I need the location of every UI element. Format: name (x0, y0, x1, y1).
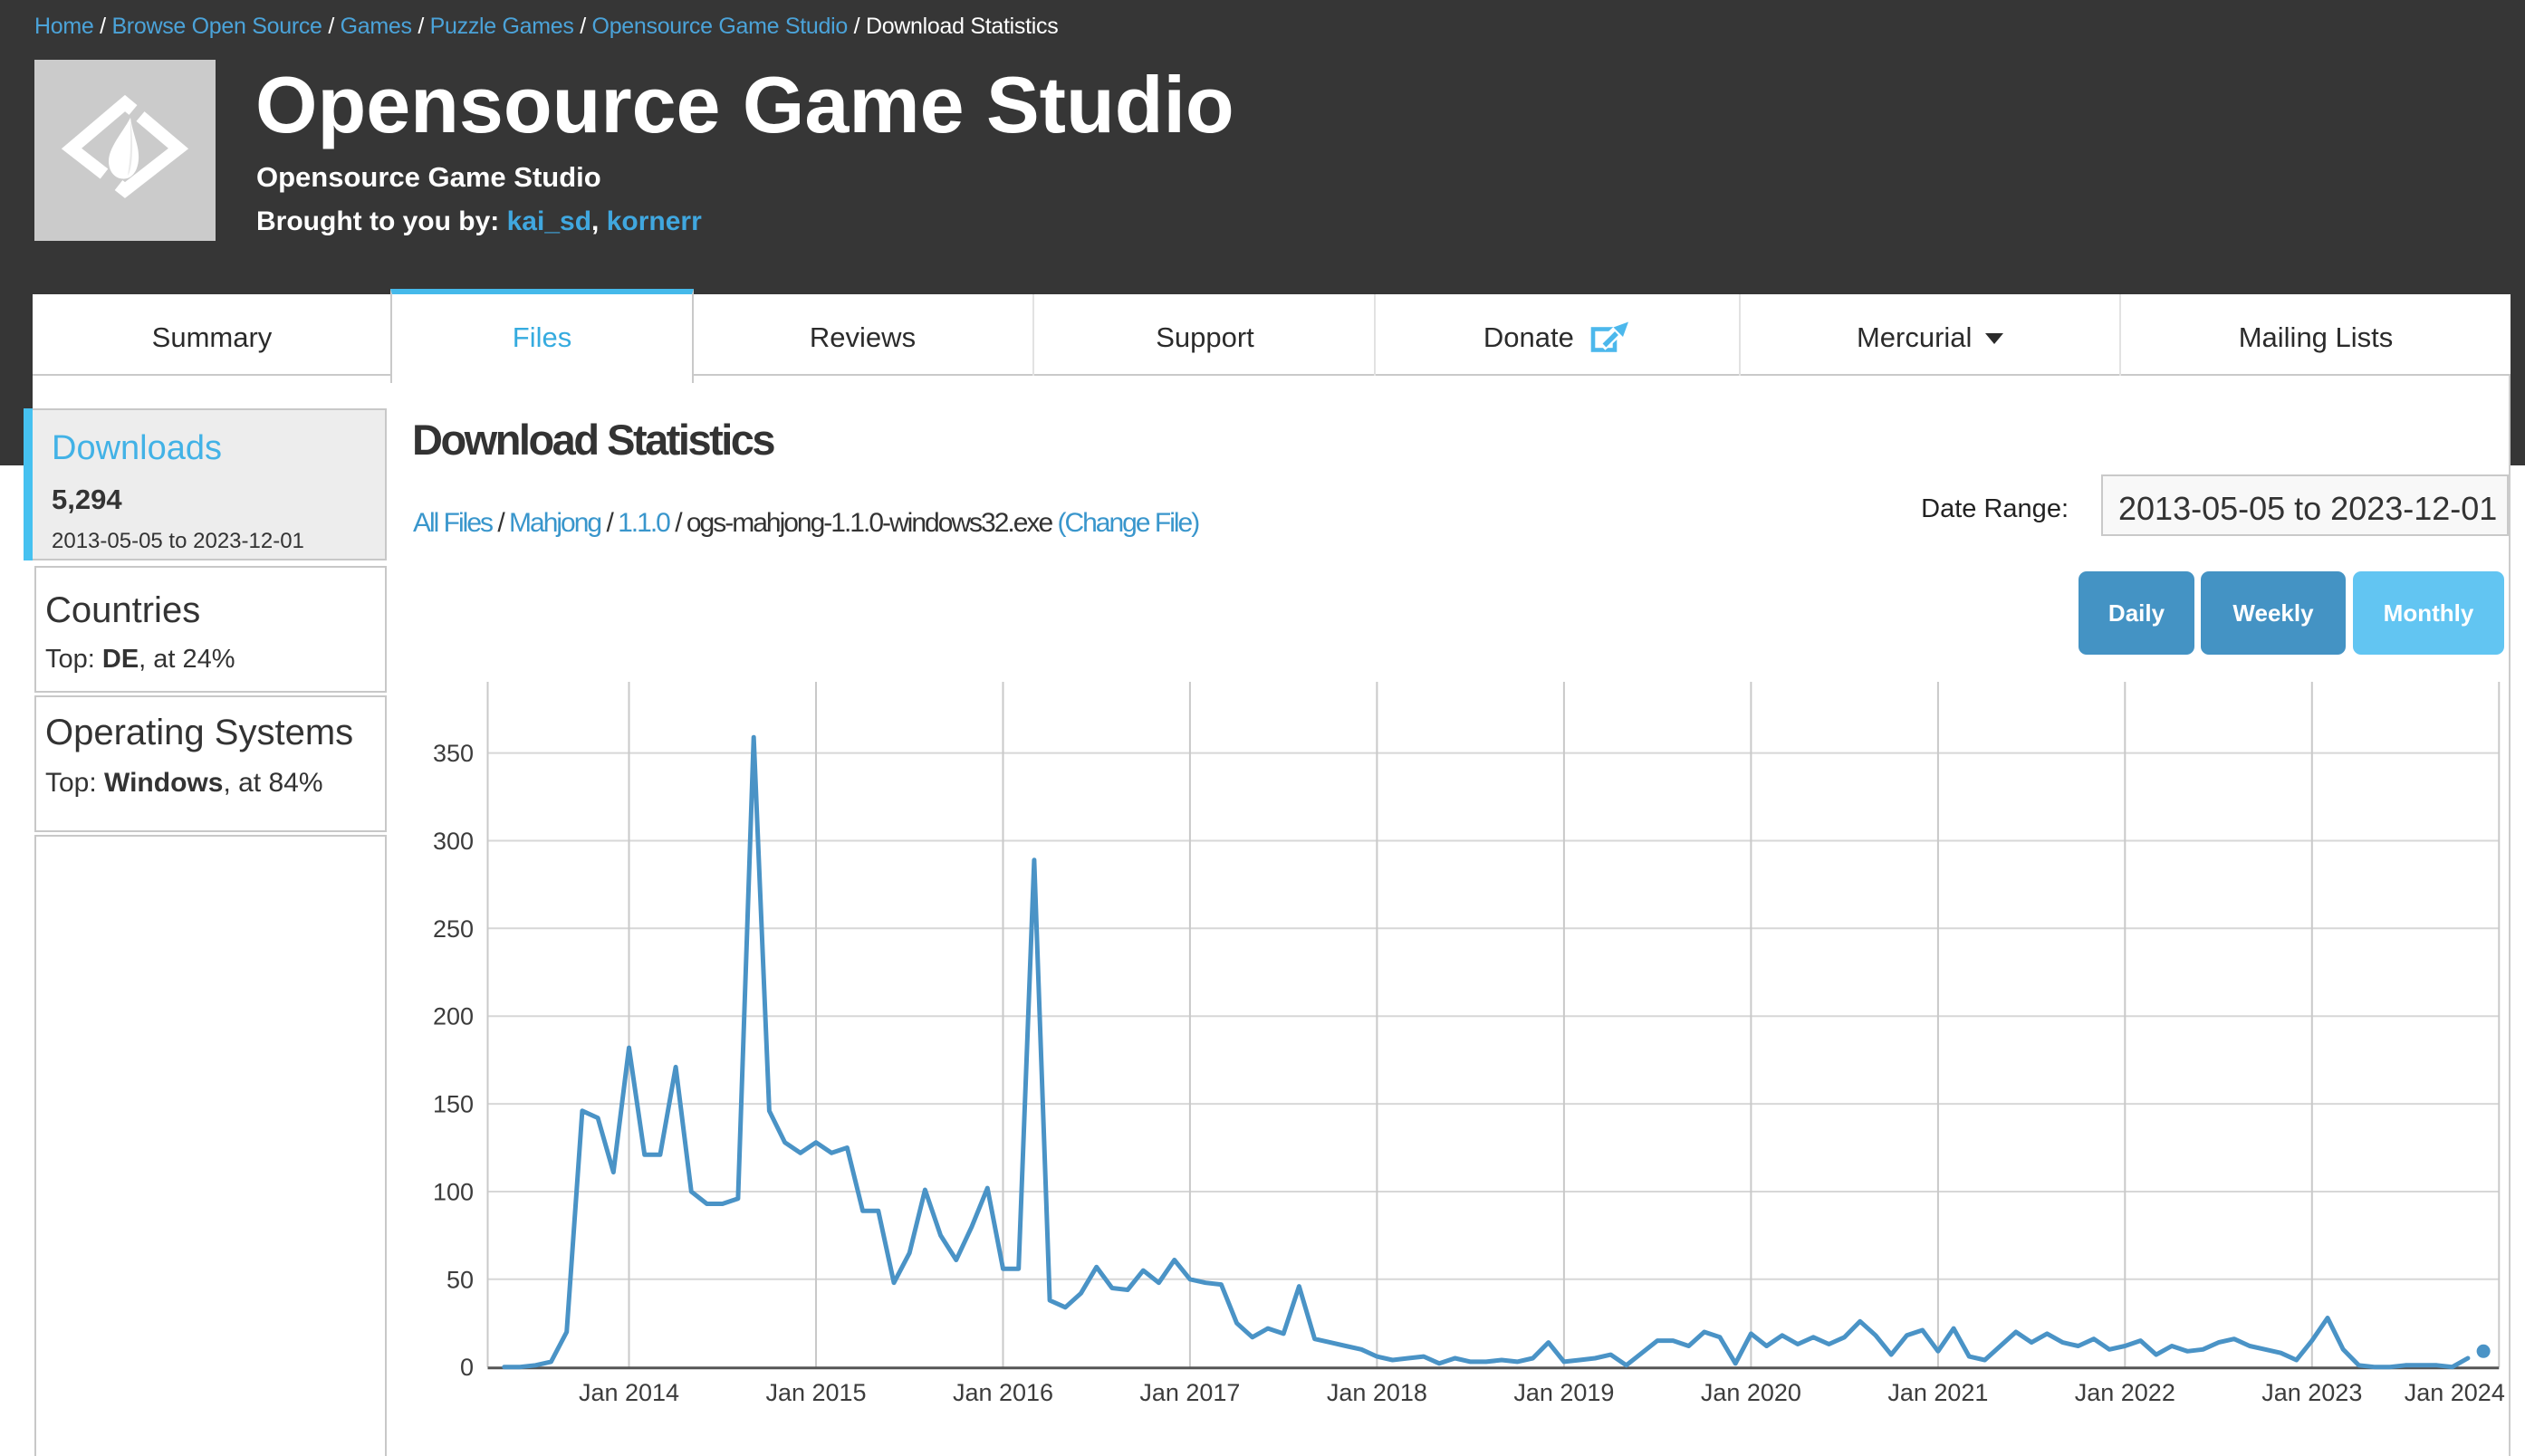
svg-text:Jan 2018: Jan 2018 (1327, 1379, 1427, 1406)
svg-text:Jan 2023: Jan 2023 (2261, 1379, 2362, 1406)
svg-text:Jan 2021: Jan 2021 (1887, 1379, 1988, 1406)
svg-text:Jan 2016: Jan 2016 (953, 1379, 1053, 1406)
svg-text:Jan 2022: Jan 2022 (2075, 1379, 2175, 1406)
svg-text:300: 300 (433, 828, 474, 855)
svg-text:100: 100 (433, 1179, 474, 1206)
svg-text:Jan 2014: Jan 2014 (579, 1379, 679, 1406)
svg-text:Jan 2019: Jan 2019 (1513, 1379, 1614, 1406)
svg-text:250: 250 (433, 915, 474, 943)
svg-text:0: 0 (460, 1354, 474, 1381)
svg-text:Jan 2015: Jan 2015 (765, 1379, 866, 1406)
svg-text:Jan 2017: Jan 2017 (1139, 1379, 1240, 1406)
svg-text:200: 200 (433, 1003, 474, 1030)
svg-text:Jan 2024: Jan 2024 (2405, 1379, 2505, 1406)
svg-text:Jan 2020: Jan 2020 (1701, 1379, 1801, 1406)
svg-text:50: 50 (446, 1266, 474, 1293)
svg-text:150: 150 (433, 1091, 474, 1118)
svg-text:350: 350 (433, 740, 474, 767)
